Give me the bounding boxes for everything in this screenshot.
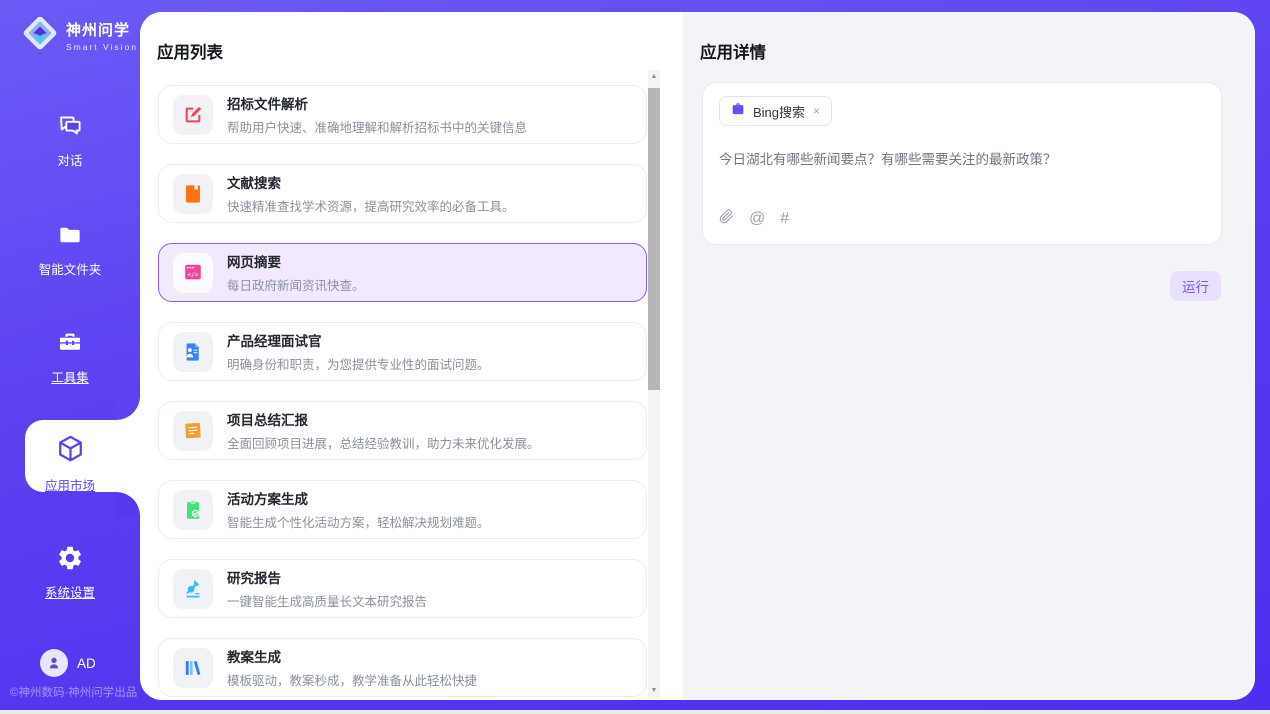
gear-icon [56,559,84,576]
app-card-project-summary[interactable]: 项目总结汇报 全面回顾项目进展，总结经验教训，助力未来优化发展。 [158,401,647,460]
app-desc: 全面回顾项目进展，总结经验教训，助力未来优化发展。 [227,433,540,452]
books-icon [173,648,213,688]
hash-icon[interactable]: # [780,210,789,228]
sidebar-item-label: 对话 [0,150,140,169]
app-desc: 明确身份和职责，为您提供专业性的面试问题。 [227,354,490,373]
screen-bottom-strip [0,710,1270,714]
app-card-web-summary-selected[interactable]: </> 网页摘要 每日政府新闻资讯快查。 [158,243,647,302]
app-title: 产品经理面试官 [227,330,490,350]
app-title: 研究报告 [227,567,427,587]
diamond-logo-icon [20,12,60,59]
sidebar-item-chat[interactable]: 对话 [0,112,140,169]
svg-text:</>: </> [187,271,198,278]
sidebar-item-app-market[interactable]: 应用市场 [0,433,140,494]
app-title: 活动方案生成 [227,488,490,508]
avatar [40,649,68,677]
scroll-up-arrow-icon[interactable]: ▲ [648,70,660,84]
app-card-lesson-plan[interactable]: 教案生成 模板驱动，教案秒成，教学准备从此轻松快捷 [158,638,647,697]
app-detail-panel: 应用详情 Bing搜索 × 今日湖北有哪些新闻要点？有哪些需要关注的最新政策？ [683,12,1255,700]
app-desc: 快速精准查找学术资源，提高研究效率的必备工具。 [227,196,515,215]
composer-toolbar: @ # [719,208,789,230]
book-icon [173,174,213,214]
app-card-list: 招标文件解析 帮助用户快速、准确地理解和解析招标书中的关键信息 文献搜索 快速精… [158,85,647,700]
list-scrollbar[interactable]: ▲ ▼ [648,70,660,698]
sidebar-item-label: 系统设置 [0,582,140,601]
app-title: 文献搜索 [227,172,515,192]
paperclip-icon[interactable] [719,208,734,230]
microscope-icon [173,569,213,609]
browser-code-icon: </> [173,253,213,293]
app-card-event-plan[interactable]: 活动方案生成 智能生成个性化活动方案，轻松解决规划难题。 [158,480,647,539]
app-desc: 智能生成个性化活动方案，轻松解决规划难题。 [227,512,490,531]
tool-chip-bing-search[interactable]: Bing搜索 × [719,96,832,126]
app-list-title: 应用列表 [157,39,223,63]
app-desc: 每日政府新闻资讯快查。 [227,275,365,294]
toolbox-icon [55,344,85,361]
main-content: 应用列表 招标文件解析 帮助用户快速、准确地理解和解析招标书中的关键信息 [140,12,1255,700]
app-logo: 神州问学 Smart Vision [20,12,138,59]
sidebar-item-label: 智能文件夹 [0,259,140,278]
app-subtitle: Smart Vision [66,42,138,52]
clipboard-check-icon [173,490,213,530]
app-card-tender-analysis[interactable]: 招标文件解析 帮助用户快速、准确地理解和解析招标书中的关键信息 [158,85,647,144]
close-icon[interactable]: × [812,104,821,118]
scroll-down-arrow-icon[interactable]: ▼ [648,684,660,698]
briefcase-icon [730,101,746,122]
sidebar: 神州问学 Smart Vision 对话 智能文件夹 [0,0,140,714]
sidebar-item-label: 应用市场 [0,475,140,494]
app-card-literature-search[interactable]: 文献搜索 快速精准查找学术资源，提高研究效率的必备工具。 [158,164,647,223]
prompt-input-card[interactable]: Bing搜索 × 今日湖北有哪些新闻要点？有哪些需要关注的最新政策？ @ # [702,82,1222,245]
user-account[interactable]: AD [40,649,96,677]
app-list-panel: 应用列表 招标文件解析 帮助用户快速、准确地理解和解析招标书中的关键信息 [140,12,683,700]
app-desc: 一键智能生成高质量长文本研究报告 [227,591,427,610]
interview-icon [173,332,213,372]
edit-document-icon [173,95,213,135]
app-card-research-report[interactable]: 研究报告 一键智能生成高质量长文本研究报告 [158,559,647,618]
app-title: 项目总结汇报 [227,409,540,429]
app-desc: 模板驱动，教案秒成，教学准备从此轻松快捷 [227,670,477,689]
scrollbar-thumb[interactable] [648,88,660,390]
copyright-footer: ©神州数码·神州问学出品 [10,684,137,700]
user-initials: AD [77,656,96,671]
at-icon[interactable]: @ [749,210,765,228]
app-detail-title: 应用详情 [700,39,766,63]
app-title: 招标文件解析 [227,93,527,113]
run-button[interactable]: 运行 [1170,271,1221,301]
sidebar-item-smart-folder[interactable]: 智能文件夹 [0,222,140,278]
app-title: 网页摘要 [227,251,365,271]
folder-icon [55,236,85,253]
app-title: 教案生成 [227,646,477,666]
app-desc: 帮助用户快速、准确地理解和解析招标书中的关键信息 [227,117,527,136]
cube-icon [54,452,87,469]
sidebar-item-toolbox[interactable]: 工具集 [0,329,140,386]
sidebar-item-settings[interactable]: 系统设置 [0,544,140,601]
app-name: 神州问学 [66,22,130,39]
chat-icon [55,127,85,144]
report-note-icon [173,411,213,451]
app-card-pm-interviewer[interactable]: 产品经理面试官 明确身份和职责，为您提供专业性的面试问题。 [158,322,647,381]
prompt-text[interactable]: 今日湖北有哪些新闻要点？有哪些需要关注的最新政策？ [719,151,1205,170]
sidebar-item-label: 工具集 [0,367,140,386]
tool-chip-label: Bing搜索 [753,102,805,121]
